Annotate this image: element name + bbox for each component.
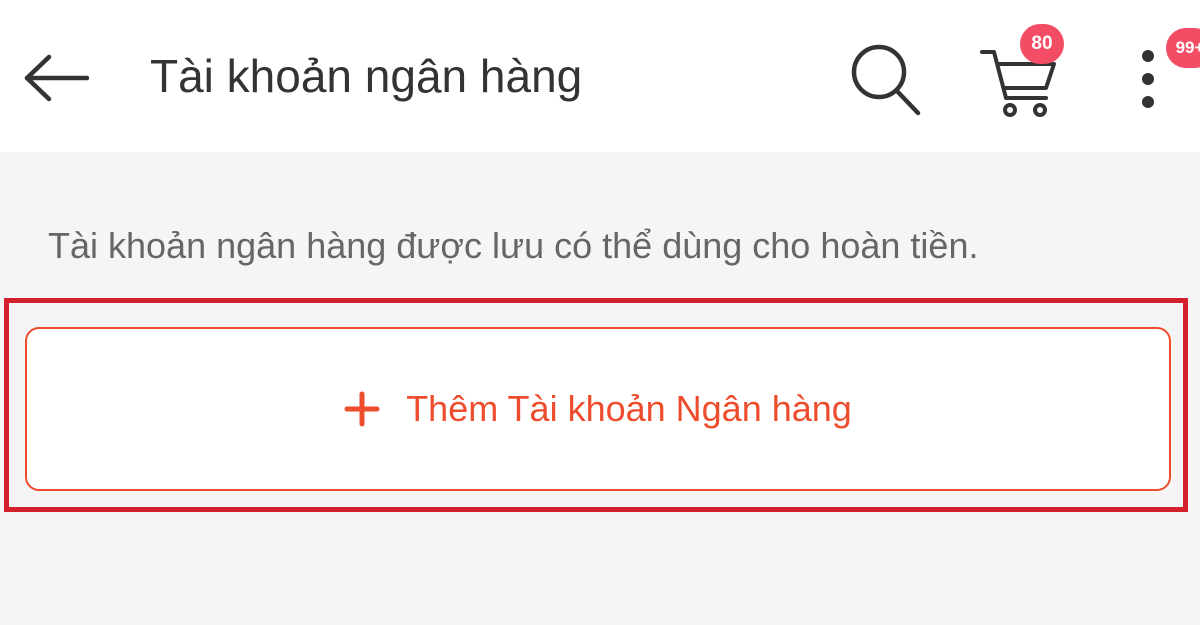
more-button[interactable]: 99+ (1110, 28, 1200, 126)
bank-account-hint: Tài khoản ngân hàng được lưu có thể dùng… (48, 225, 979, 266)
add-bank-account-content: Thêm Tài khoản Ngân hàng (344, 384, 852, 434)
arrow-left-icon (24, 54, 89, 102)
page-title: Tài khoản ngân hàng (150, 50, 583, 102)
cart-button[interactable]: 80 (968, 24, 1078, 126)
notification-badge: 99+ (1166, 28, 1200, 68)
more-vertical-icon (1142, 50, 1154, 108)
plus-icon (344, 391, 380, 427)
back-button[interactable] (14, 36, 98, 120)
search-button[interactable] (840, 34, 930, 124)
search-icon (851, 44, 921, 116)
add-bank-account-button[interactable]: Thêm Tài khoản Ngân hàng (25, 327, 1171, 491)
cart-count-badge: 80 (1020, 24, 1064, 64)
app-bar: Tài khoản ngân hàng 80 99+ (0, 0, 1200, 152)
add-bank-account-label: Thêm Tài khoản Ngân hàng (406, 388, 852, 429)
bank-account-screen: Tài khoản ngân hàng 80 99+ Tài khoản ngâ… (0, 0, 1200, 625)
